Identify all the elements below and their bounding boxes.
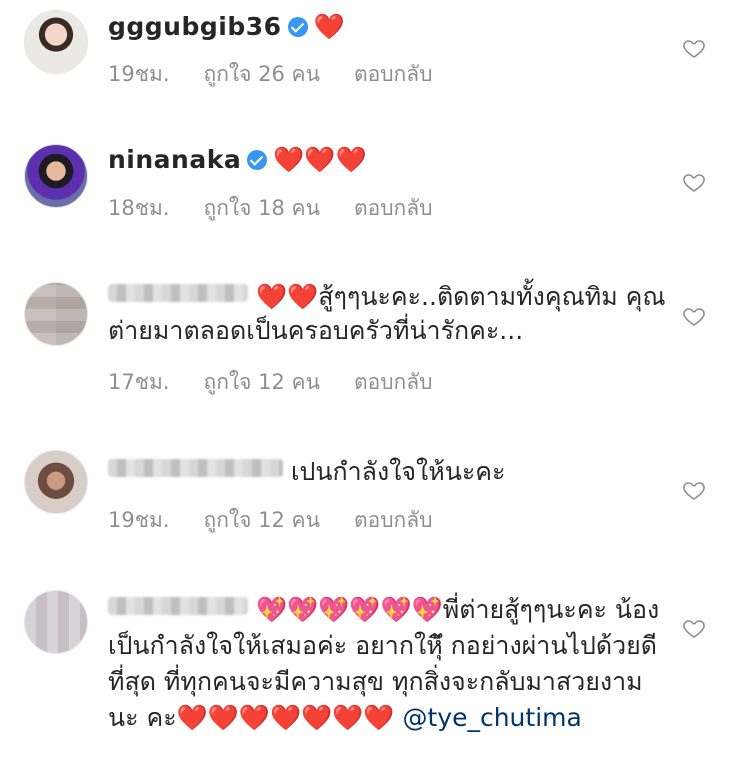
heart-outline-icon[interactable] <box>682 616 706 640</box>
username[interactable]: gggubgib36 <box>108 12 282 41</box>
comment-time: 17ชม. <box>108 370 170 394</box>
comment-body: เปนกำลังใจให้นะคะ <box>108 455 670 489</box>
verified-badge-icon <box>247 150 268 170</box>
avatar[interactable] <box>24 282 88 346</box>
likes-count[interactable]: ถูกใจ 12 คน <box>204 370 320 394</box>
comment-hearts: ❤️❤️ <box>256 282 319 311</box>
comment-meta: 19ชม. ถูกใจ 12 คน ตอบกลับ <box>108 506 466 534</box>
comment-body: 💖💖💖💖💖💖พี่ต่ายสู้ๆๆนะคะ น้องเป็นกำลังใจให… <box>108 592 670 736</box>
comment-time: 18ชม. <box>108 196 170 220</box>
avatar[interactable] <box>24 450 88 514</box>
reply-button[interactable]: ตอบกลับ <box>354 370 433 394</box>
heart-outline-icon[interactable] <box>682 170 706 194</box>
comment-meta: 19ชม. ถูกใจ 26 คน ตอบกลับ <box>108 60 466 88</box>
heart-outline-icon[interactable] <box>682 304 706 328</box>
heart-outline-icon[interactable] <box>682 478 706 502</box>
comment-meta: 18ชม. ถูกใจ 18 คน ตอบกลับ <box>108 194 466 222</box>
avatar[interactable] <box>24 10 88 74</box>
username-redacted[interactable] <box>108 284 248 302</box>
comment-text: ❤️❤️❤️ <box>273 145 367 174</box>
username-redacted[interactable] <box>108 459 283 477</box>
username-redacted[interactable] <box>108 597 248 615</box>
comment-end-hearts: ❤️❤️❤️❤️❤️❤️❤️ <box>176 703 395 732</box>
verified-badge-icon <box>287 17 308 37</box>
comment-time: 19ชม. <box>108 62 170 86</box>
likes-count[interactable]: ถูกใจ 18 คน <box>204 196 320 220</box>
comment-meta: 17ชม. ถูกใจ 12 คน ตอบกลับ <box>108 368 466 396</box>
heart-outline-icon[interactable] <box>682 36 706 60</box>
comment-body: ninanaka ❤️❤️❤️ <box>108 143 670 177</box>
reply-button[interactable]: ตอบกลับ <box>354 196 433 220</box>
comment-text: เปนกำลังใจให้นะคะ <box>291 457 506 486</box>
comment-time: 19ชม. <box>108 508 170 532</box>
mention-link[interactable]: @tye_chutima <box>402 703 581 732</box>
username[interactable]: ninanaka <box>108 145 241 174</box>
reply-button[interactable]: ตอบกลับ <box>354 508 433 532</box>
comment-sparkle-hearts: 💖💖💖💖💖💖 <box>256 595 443 624</box>
avatar[interactable] <box>24 590 88 654</box>
avatar[interactable] <box>24 144 88 208</box>
comment-body: ❤️❤️สู้ๆๆนะคะ..ติดตามทั้งคุณทิม คุณต่ายม… <box>108 280 670 348</box>
comment-body: gggubgib36 ❤️ <box>108 10 670 44</box>
reply-button[interactable]: ตอบกลับ <box>354 62 433 86</box>
likes-count[interactable]: ถูกใจ 26 คน <box>204 62 320 86</box>
comment-text: ❤️ <box>313 12 345 41</box>
likes-count[interactable]: ถูกใจ 12 คน <box>204 508 320 532</box>
